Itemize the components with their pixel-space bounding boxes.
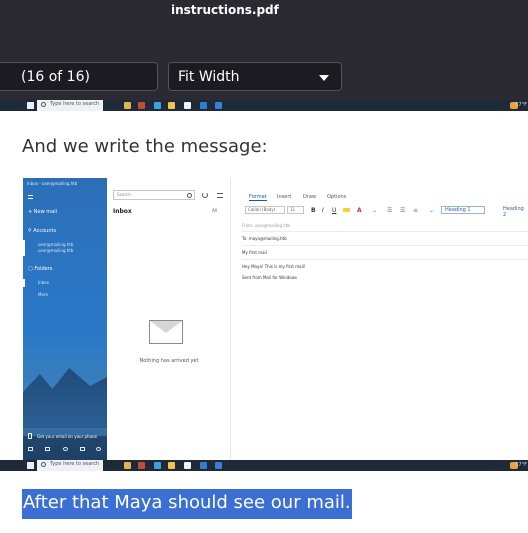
store-icon	[184, 462, 191, 469]
taskbar-temperature: 57°F	[515, 462, 527, 468]
edge-icon	[154, 462, 161, 469]
hamburger-icon	[28, 195, 33, 199]
format-toolbar: Calibri (Body) 11 B I U A ⌄ ☰ ☰ ≡ ⌄ Head…	[231, 204, 528, 218]
active-folder-indicator	[23, 279, 25, 287]
account-email: user@mailing.htb	[38, 242, 74, 247]
document-title: instructions.pdf	[171, 3, 279, 17]
phone-promo: Get your email on your phone	[37, 434, 98, 439]
chevron-down-icon	[319, 75, 329, 81]
message-body-line: Hey Maya! This is my first mail!	[242, 264, 306, 269]
font-size-box: 11	[287, 206, 304, 214]
sidebar-background-art	[23, 368, 107, 428]
highlight-icon	[343, 208, 350, 212]
tab-options: Options	[327, 194, 347, 200]
mail-search-input: Search	[113, 190, 195, 200]
align-icon: ≡	[413, 207, 419, 214]
calendar-icon	[45, 447, 50, 451]
search-icon	[41, 462, 46, 467]
taskbar-search-placeholder: Type here to search	[50, 461, 100, 467]
todo-icon	[80, 447, 85, 451]
mail-app-screenshot: Inbox - user@mailing.htb + New mail ⚲ Ac…	[23, 178, 528, 460]
app-icon	[138, 102, 145, 109]
people-icon	[63, 447, 68, 451]
windows-start-icon	[27, 462, 34, 469]
paragraph-2-selected[interactable]: After that Maya should see our mail.	[22, 489, 352, 519]
taskbar-search-placeholder: Type here to search	[50, 101, 100, 107]
screenshot-taskbar-top: Type here to search 57°F	[0, 100, 528, 111]
accounts-label: Accounts	[33, 228, 57, 234]
subject-field: My first mail	[242, 250, 267, 255]
mail-sidebar: Inbox - user@mailing.htb + New mail ⚲ Ac…	[23, 178, 107, 460]
empty-envelope-icon	[149, 320, 183, 344]
mail-search-placeholder: Search	[117, 192, 131, 197]
folder-inbox: Inbox	[38, 280, 49, 285]
sync-icon	[202, 192, 208, 198]
paragraph-1: And we write the message:	[22, 136, 268, 157]
screenshot-taskbar-bottom: Type here to search 57°F	[0, 460, 528, 471]
folder-icon	[168, 102, 175, 109]
mail-icon	[200, 462, 207, 469]
heading1-label: Heading 1	[445, 207, 471, 213]
active-account-indicator	[23, 240, 25, 256]
new-mail-label: New mail	[33, 209, 57, 215]
search-icon	[187, 193, 192, 198]
underline-icon: U	[332, 207, 337, 214]
field-divider	[242, 245, 528, 246]
from-field: From: user@mailing.htb	[242, 223, 290, 228]
font-name-box: Calibri (Body)	[245, 206, 285, 214]
app-icon	[138, 462, 145, 469]
app-icon	[215, 102, 222, 109]
numbered-list-icon: ☰	[400, 207, 406, 214]
sidebar-folders: ▢ Folders	[28, 266, 53, 272]
new-mail-button: + New mail	[28, 209, 57, 215]
search-icon	[41, 102, 46, 107]
taskbar-search: Type here to search	[37, 100, 103, 111]
pdf-toolbar: instructions.pdf (16 of 16) Fit Width	[0, 0, 528, 100]
empty-state-text: Nothing has arrived yet	[139, 358, 199, 364]
mail-icon	[200, 102, 207, 109]
heading2-label: Heading 2	[503, 206, 524, 218]
bullet-list-icon: ☰	[387, 207, 393, 214]
compose-pane: Format Insert Draw Options Calibri (Body…	[231, 178, 528, 460]
heading1-style: Heading 1	[441, 206, 485, 214]
message-signature: Sent from Mail for Windows	[242, 275, 297, 280]
bold-icon: B	[311, 207, 316, 214]
gear-icon	[96, 447, 101, 451]
tab-draw: Draw	[303, 194, 317, 200]
edge-icon	[154, 102, 161, 109]
chevron-down-icon: ⌄	[372, 207, 378, 214]
folders-label: Folders	[34, 266, 53, 272]
folder-icon	[168, 462, 175, 469]
font-color-icon: A	[357, 207, 362, 214]
list-title: Inbox	[113, 208, 132, 215]
list-filter: All	[212, 208, 217, 213]
select-mode-icon	[217, 193, 223, 198]
italic-icon: I	[322, 207, 324, 214]
sidebar-accounts: ⚲ Accounts	[28, 228, 57, 234]
field-divider	[242, 231, 528, 232]
zoom-select-label: Fit Width	[178, 69, 240, 85]
account-email-secondary: user@mailing.htb	[38, 248, 74, 253]
tab-insert: Insert	[277, 194, 292, 200]
folder-more: More	[38, 292, 48, 297]
store-icon	[184, 102, 191, 109]
to-field: To: maya@mailing.htb	[242, 236, 287, 241]
app-icon	[124, 462, 131, 469]
mail-nav-icon	[28, 447, 33, 451]
phone-icon	[28, 433, 32, 439]
taskbar-temperature: 57°F	[515, 102, 527, 108]
page-counter[interactable]: (16 of 16)	[0, 62, 158, 91]
field-divider	[242, 259, 528, 260]
sidebar-account-header: Inbox - user@mailing.htb	[27, 181, 78, 186]
message-list-pane: Search Inbox All Nothing has arrived yet	[107, 178, 231, 460]
taskbar-search: Type here to search	[37, 460, 103, 471]
zoom-select[interactable]: Fit Width	[168, 62, 342, 91]
app-icon	[124, 102, 131, 109]
app-icon	[215, 462, 222, 469]
tab-format: Format	[249, 194, 267, 201]
chevron-down-icon: ⌄	[429, 207, 435, 214]
windows-start-icon	[27, 102, 34, 109]
